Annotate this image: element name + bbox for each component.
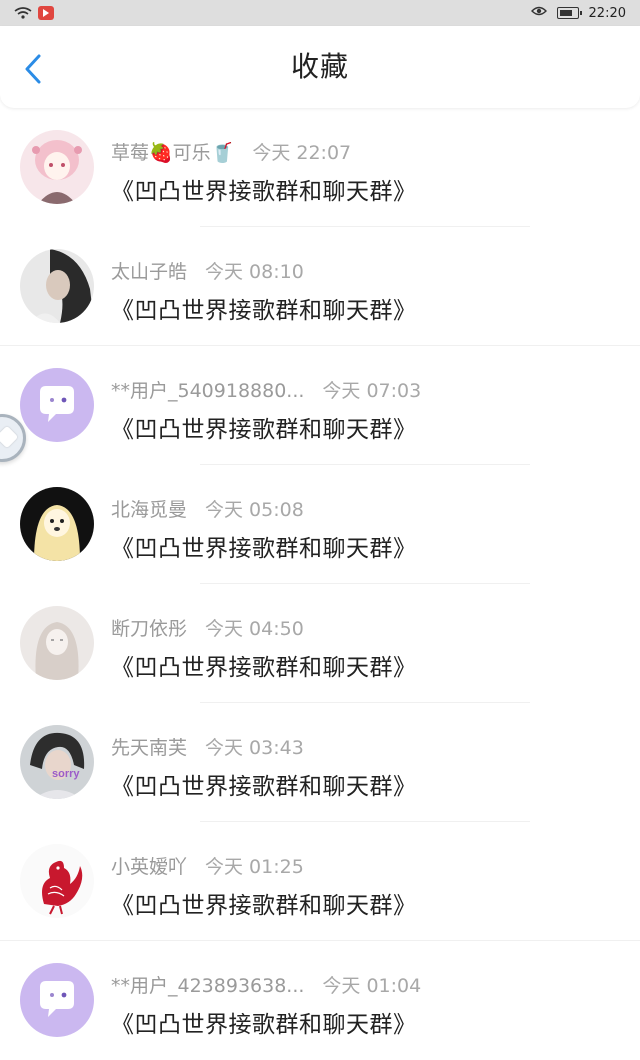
- avatar[interactable]: [20, 487, 94, 561]
- status-bar: 22:20: [0, 0, 640, 26]
- timestamp: 今天 01:25: [205, 856, 304, 878]
- message-text: 《凹凸世界接歌群和聊天群》: [111, 536, 417, 562]
- message-text: 《凹凸世界接歌群和聊天群》: [111, 298, 417, 324]
- user-name: 太山子皓: [111, 261, 188, 283]
- header: 收藏: [0, 26, 640, 108]
- user-name: 小英嫒吖: [111, 856, 188, 878]
- message-text: 《凹凸世界接歌群和聊天群》: [111, 655, 417, 681]
- message-text: 《凹凸世界接歌群和聊天群》: [111, 417, 417, 443]
- avatar[interactable]: [20, 249, 94, 323]
- status-left: [14, 6, 54, 20]
- status-right: 22:20: [530, 5, 626, 21]
- timestamp: 今天 03:43: [205, 737, 304, 759]
- user-name: **用户_423893638...: [111, 975, 305, 997]
- list-item[interactable]: 太山子皓 今天 08:10 《凹凸世界接歌群和聊天群》: [0, 227, 640, 346]
- timestamp: 今天 05:08: [205, 499, 304, 521]
- avatar[interactable]: [20, 130, 94, 204]
- message-text: 《凹凸世界接歌群和聊天群》: [111, 1012, 417, 1038]
- item-meta: 断刀依彤 今天 04:50: [111, 614, 304, 641]
- favorites-list: 草莓🍓可乐🥤 今天 22:07 《凹凸世界接歌群和聊天群》 太山子皓 今天 08…: [0, 108, 640, 1060]
- avatar[interactable]: sorry: [20, 725, 94, 799]
- avatar[interactable]: [20, 844, 94, 918]
- back-button[interactable]: [18, 54, 48, 84]
- avatar[interactable]: [20, 606, 94, 680]
- item-meta: 北海觅曼 今天 05:08: [111, 495, 304, 522]
- item-meta: **用户_540918880... 今天 07:03: [111, 376, 421, 403]
- list-item[interactable]: 断刀依彤 今天 04:50 《凹凸世界接歌群和聊天群》: [0, 584, 640, 703]
- list-item[interactable]: **用户_423893638... 今天 01:04 《凹凸世界接歌群和聊天群》: [0, 941, 640, 1060]
- avatar[interactable]: [20, 963, 94, 1037]
- page-title: 收藏: [290, 50, 349, 83]
- timestamp: 今天 07:03: [322, 380, 422, 402]
- battery-icon: [556, 7, 582, 19]
- item-meta: 小英嫒吖 今天 01:25: [111, 852, 304, 879]
- list-item[interactable]: 小英嫒吖 今天 01:25 《凹凸世界接歌群和聊天群》: [0, 822, 640, 941]
- chevron-left-icon: [25, 54, 41, 84]
- user-name: 草莓🍓可乐🥤: [111, 142, 235, 164]
- item-meta: 先天南芙 今天 03:43: [111, 733, 304, 760]
- user-name: 北海觅曼: [111, 499, 188, 521]
- eye-icon: [530, 5, 547, 21]
- list-item[interactable]: **用户_540918880... 今天 07:03 《凹凸世界接歌群和聊天群》: [0, 346, 640, 465]
- list-item[interactable]: sorry 先天南芙 今天 03:43 《凹凸世界接歌群和聊天群》: [0, 703, 640, 822]
- message-text: 《凹凸世界接歌群和聊天群》: [111, 774, 417, 800]
- timestamp: 今天 08:10: [205, 261, 304, 283]
- timestamp: 今天 01:04: [322, 975, 422, 997]
- status-time: 22:20: [588, 5, 626, 21]
- timestamp: 今天 22:07: [252, 142, 352, 164]
- avatar[interactable]: [20, 368, 94, 442]
- list-item[interactable]: 草莓🍓可乐🥤 今天 22:07 《凹凸世界接歌群和聊天群》: [0, 108, 640, 227]
- user-name: **用户_540918880...: [111, 380, 305, 402]
- svg-text:sorry: sorry: [52, 768, 80, 780]
- item-meta: 太山子皓 今天 08:10: [111, 257, 304, 284]
- wifi-icon: [14, 7, 32, 19]
- message-text: 《凹凸世界接歌群和聊天群》: [111, 893, 417, 919]
- item-meta: 草莓🍓可乐🥤 今天 22:07: [111, 138, 351, 165]
- user-name: 先天南芙: [111, 737, 188, 759]
- video-app-icon: [38, 6, 54, 20]
- timestamp: 今天 04:50: [205, 618, 304, 640]
- message-text: 《凹凸世界接歌群和聊天群》: [111, 179, 417, 205]
- item-meta: **用户_423893638... 今天 01:04: [111, 971, 421, 998]
- user-name: 断刀依彤: [111, 618, 188, 640]
- list-item[interactable]: 北海觅曼 今天 05:08 《凹凸世界接歌群和聊天群》: [0, 465, 640, 584]
